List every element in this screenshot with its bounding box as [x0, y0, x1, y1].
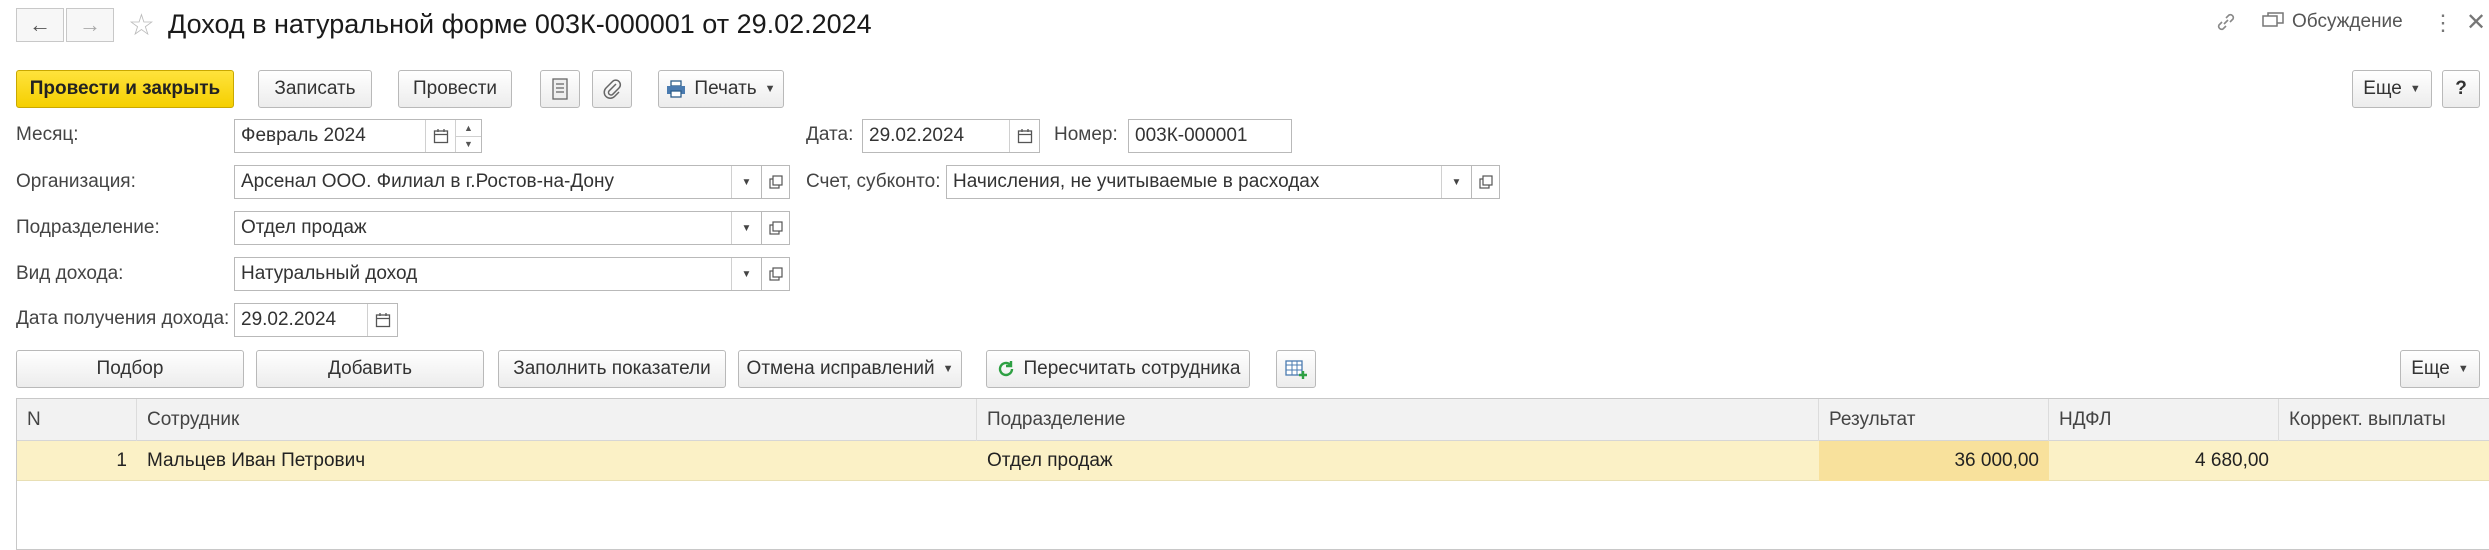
recalculate-label: Пересчитать сотрудника	[1023, 358, 1241, 379]
organization-field[interactable]: Арсенал ООО. Филиал в г.Ростов-на-Дону ▼	[234, 165, 762, 199]
cell-n[interactable]: 1	[17, 441, 137, 481]
column-header-result[interactable]: Результат	[1819, 399, 2049, 441]
calendar-icon[interactable]	[425, 120, 455, 152]
pick-button[interactable]: Подбор	[16, 350, 244, 388]
paperclip-icon	[603, 79, 622, 99]
column-header-employee[interactable]: Сотрудник	[137, 399, 977, 441]
receipt-date-label: Дата получения дохода:	[16, 308, 230, 329]
cell-ndfl[interactable]: 4 680,00	[2049, 441, 2279, 481]
chevron-down-icon: ▼	[942, 363, 954, 375]
more-vertical-icon[interactable]: ⋮	[2432, 10, 2454, 36]
income-type-value: Натуральный доход	[241, 263, 418, 284]
link-icon[interactable]	[2214, 10, 2238, 40]
open-window-icon	[768, 267, 783, 281]
table-add-icon	[1285, 360, 1307, 379]
calendar-icon[interactable]	[1009, 120, 1039, 152]
arrow-right-icon: →	[79, 12, 101, 37]
number-field[interactable]: 003К-000001	[1128, 119, 1292, 153]
print-button[interactable]: Печать ▼	[658, 70, 784, 108]
account-label: Счет, субконто:	[806, 171, 941, 192]
cancel-corrections-label: Отмена исправлений	[746, 358, 935, 379]
open-income-type-button[interactable]	[762, 257, 790, 291]
back-button[interactable]: ←	[16, 8, 64, 42]
cell-employee[interactable]: Мальцев Иван Петрович	[137, 441, 977, 481]
post-button[interactable]: Провести	[398, 70, 512, 108]
open-department-button[interactable]	[762, 211, 790, 245]
discussion-label: Обсуждение	[2292, 11, 2403, 32]
account-value: Начисления, не учитываемые в расходах	[953, 171, 1320, 192]
report-button[interactable]	[540, 70, 580, 108]
date-field[interactable]: 29.02.2024	[862, 119, 1040, 153]
cell-department[interactable]: Отдел продаж	[977, 441, 1819, 481]
employees-table: N Сотрудник Подразделение Результат НДФЛ…	[16, 398, 2489, 550]
column-header-ndfl[interactable]: НДФЛ	[2049, 399, 2279, 441]
post-and-close-button[interactable]: Провести и закрыть	[16, 70, 234, 108]
table-header: N Сотрудник Подразделение Результат НДФЛ…	[17, 399, 2489, 441]
comment-icon	[2262, 12, 2284, 27]
dropdown-arrow-icon[interactable]: ▼	[731, 166, 761, 198]
chevron-up-icon[interactable]: ▲	[456, 120, 481, 137]
table-more-button[interactable]: Еще ▼	[2400, 350, 2480, 388]
window-title: Доход в натуральной форме 003К-000001 от…	[168, 9, 872, 39]
cell-result[interactable]: 36 000,00	[1819, 441, 2049, 481]
calendar-icon[interactable]	[367, 304, 397, 336]
help-button[interactable]: ?	[2442, 70, 2480, 108]
table-settings-button[interactable]	[1276, 350, 1316, 388]
income-type-field[interactable]: Натуральный доход ▼	[234, 257, 762, 291]
column-header-n[interactable]: N	[17, 399, 137, 441]
column-header-department[interactable]: Подразделение	[977, 399, 1819, 441]
dropdown-arrow-icon[interactable]: ▼	[1441, 166, 1471, 198]
open-organization-button[interactable]	[762, 165, 790, 199]
chevron-down-icon: ▼	[2409, 83, 2421, 95]
column-header-correction[interactable]: Коррект. выплаты	[2279, 399, 2489, 441]
month-stepper[interactable]: ▲ ▼	[455, 120, 481, 152]
dropdown-arrow-icon[interactable]: ▼	[731, 258, 761, 290]
account-field[interactable]: Начисления, не учитываемые в расходах ▼	[946, 165, 1472, 199]
discussion-button[interactable]: Обсуждение	[2262, 11, 2403, 33]
dropdown-arrow-icon[interactable]: ▼	[731, 212, 761, 244]
date-value: 29.02.2024	[869, 125, 965, 146]
table-row[interactable]: 1 Мальцев Иван Петрович Отдел продаж 36 …	[17, 441, 2489, 481]
chevron-down-icon[interactable]: ▼	[456, 137, 481, 153]
more-label: Еще	[2363, 78, 2402, 99]
attach-button[interactable]	[592, 70, 632, 108]
refresh-icon	[998, 361, 1013, 377]
cancel-corrections-button[interactable]: Отмена исправлений ▼	[738, 350, 962, 388]
month-label: Месяц:	[16, 124, 79, 145]
open-window-icon	[768, 175, 783, 189]
chevron-down-icon: ▼	[764, 83, 776, 95]
income-type-label: Вид дохода:	[16, 263, 124, 284]
receipt-date-field[interactable]: 29.02.2024	[234, 303, 398, 337]
month-value: Февраль 2024	[241, 125, 366, 146]
favorite-star-icon[interactable]: ☆	[128, 8, 155, 43]
chevron-down-icon: ▼	[2457, 363, 2469, 375]
department-field[interactable]: Отдел продаж ▼	[234, 211, 762, 245]
table-more-label: Еще	[2411, 358, 2450, 379]
more-actions-button[interactable]: Еще ▼	[2352, 70, 2432, 108]
arrow-left-icon: ←	[29, 12, 51, 37]
open-window-icon	[768, 221, 783, 235]
forward-button[interactable]: →	[66, 8, 114, 42]
number-value: 003К-000001	[1135, 125, 1248, 146]
save-button[interactable]: Записать	[258, 70, 372, 108]
organization-value: Арсенал ООО. Филиал в г.Ростов-на-Дону	[241, 171, 614, 192]
number-label: Номер:	[1054, 124, 1118, 145]
print-label: Печать	[694, 78, 757, 99]
add-button[interactable]: Добавить	[256, 350, 484, 388]
organization-label: Организация:	[16, 171, 136, 192]
month-field[interactable]: Февраль 2024 ▲ ▼	[234, 119, 482, 153]
close-icon[interactable]: ✕	[2466, 8, 2486, 37]
cell-correction[interactable]	[2279, 441, 2489, 481]
department-label: Подразделение:	[16, 217, 160, 238]
department-value: Отдел продаж	[241, 217, 367, 238]
document-list-icon	[552, 78, 568, 100]
open-account-button[interactable]	[1472, 165, 1500, 199]
recalculate-employee-button[interactable]: Пересчитать сотрудника	[986, 350, 1250, 388]
date-label: Дата:	[806, 124, 854, 145]
fill-indicators-button[interactable]: Заполнить показатели	[498, 350, 726, 388]
open-window-icon	[1478, 175, 1493, 189]
receipt-date-value: 29.02.2024	[241, 309, 337, 330]
printer-icon	[667, 80, 686, 98]
